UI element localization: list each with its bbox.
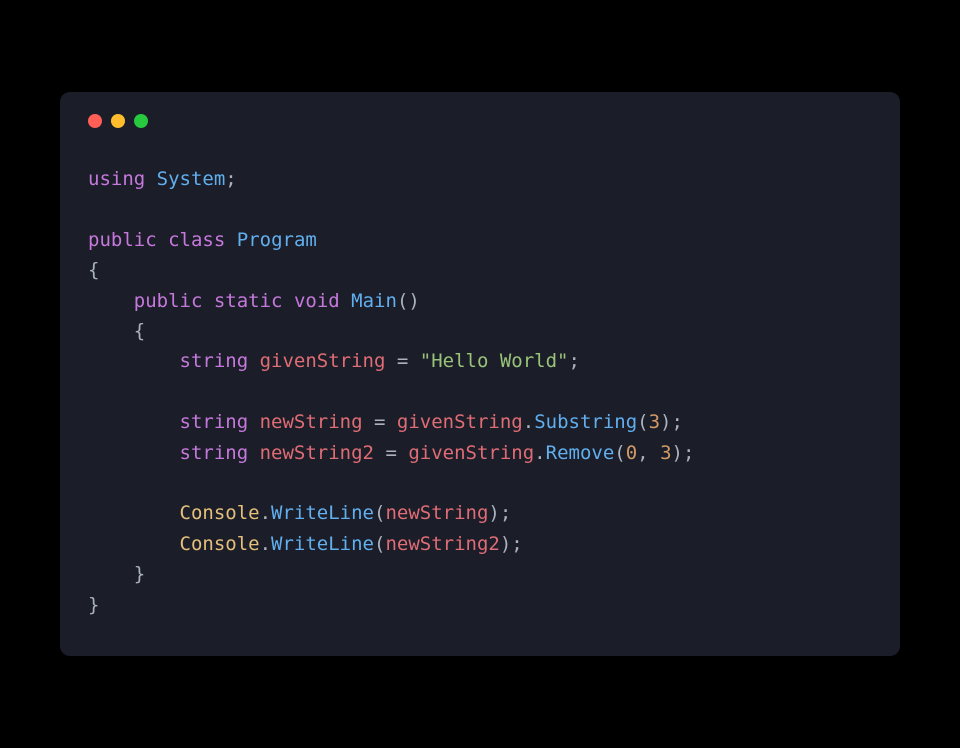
punct-brace: } [88, 594, 99, 616]
number-literal: 3 [649, 411, 660, 433]
punct-open: ( [637, 411, 648, 433]
code-window: using System; public class Program { pub… [60, 92, 900, 656]
punct-brace: { [88, 259, 99, 281]
type-string: string [180, 442, 249, 464]
class-program: Program [237, 229, 317, 251]
code-line: using System; [88, 168, 237, 190]
var-newstring2: newString2 [260, 442, 374, 464]
punct-comma: , [637, 442, 660, 464]
punct-close: ); [500, 533, 523, 555]
code-block: using System; public class Program { pub… [88, 164, 872, 620]
keyword-public: public [88, 229, 157, 251]
code-line: Console.WriteLine(newString2); [88, 533, 523, 555]
punct-semi: ; [225, 168, 236, 190]
code-line: } [88, 563, 145, 585]
titlebar [88, 114, 872, 128]
string-literal: "Hello World" [420, 350, 569, 372]
code-line: Console.WriteLine(newString); [88, 502, 511, 524]
punct-eq: = [385, 350, 419, 372]
punct-parens: () [397, 290, 420, 312]
code-line: public static void Main() [88, 290, 420, 312]
punct-dot: . [260, 502, 271, 524]
keyword-void: void [294, 290, 340, 312]
keyword-class: class [168, 229, 225, 251]
method-main: Main [351, 290, 397, 312]
close-icon[interactable] [88, 114, 102, 128]
type-string: string [180, 411, 249, 433]
punct-brace: { [134, 320, 145, 342]
keyword-public: public [134, 290, 203, 312]
punct-dot: . [260, 533, 271, 555]
punct-open: ( [614, 442, 625, 464]
class-console: Console [180, 502, 260, 524]
number-literal: 0 [626, 442, 637, 464]
var-givenstring: givenString [260, 350, 386, 372]
var-ref: givenString [397, 411, 523, 433]
namespace-system: System [157, 168, 226, 190]
code-line: } [88, 594, 99, 616]
type-string: string [180, 350, 249, 372]
punct-close: ); [660, 411, 683, 433]
punct-dot: . [523, 411, 534, 433]
code-line: string newString = givenString.Substring… [88, 411, 683, 433]
code-line: string givenString = "Hello World"; [88, 350, 580, 372]
var-ref: givenString [408, 442, 534, 464]
method-remove: Remove [546, 442, 615, 464]
maximize-icon[interactable] [134, 114, 148, 128]
var-ref: newString [385, 502, 488, 524]
punct-dot: . [534, 442, 545, 464]
code-line: { [88, 320, 145, 342]
punct-semi: ; [569, 350, 580, 372]
punct-open: ( [374, 533, 385, 555]
code-line: { [88, 259, 99, 281]
punct-open: ( [374, 502, 385, 524]
var-ref: newString2 [385, 533, 499, 555]
keyword-using: using [88, 168, 145, 190]
punct-eq: = [363, 411, 397, 433]
method-writeline: WriteLine [271, 533, 374, 555]
keyword-static: static [214, 290, 283, 312]
punct-eq: = [374, 442, 408, 464]
punct-close: ); [672, 442, 695, 464]
number-literal: 3 [660, 442, 671, 464]
method-writeline: WriteLine [271, 502, 374, 524]
class-console: Console [180, 533, 260, 555]
var-newstring: newString [260, 411, 363, 433]
punct-close: ); [488, 502, 511, 524]
code-line: public class Program [88, 229, 317, 251]
method-substring: Substring [534, 411, 637, 433]
code-line: string newString2 = givenString.Remove(0… [88, 442, 694, 464]
punct-brace: } [134, 563, 145, 585]
minimize-icon[interactable] [111, 114, 125, 128]
